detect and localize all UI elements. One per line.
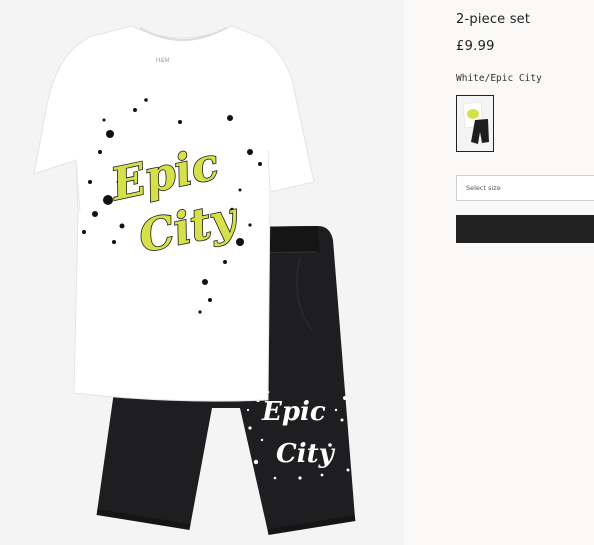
product-title: 2-piece set: [456, 12, 531, 27]
swatch-thumbnail: [457, 96, 493, 151]
shorts-print-line1: Epic: [261, 397, 326, 427]
color-swatch[interactable]: [456, 95, 494, 152]
size-select[interactable]: Select size: [456, 175, 594, 201]
product-image-pane: Epic City H&M Epic City: [0, 0, 404, 545]
shirt-brand-label: H&M: [156, 58, 169, 64]
product-price: £9.99: [456, 39, 495, 54]
product-info-pane: 2-piece set £9.99 White/Epic City Select…: [404, 0, 594, 545]
product-image[interactable]: Epic City H&M Epic City: [0, 0, 404, 545]
add-to-bag-button[interactable]: [456, 215, 594, 243]
selected-color-name: White/Epic City: [456, 73, 542, 84]
shorts-print-line2: City: [276, 439, 336, 469]
